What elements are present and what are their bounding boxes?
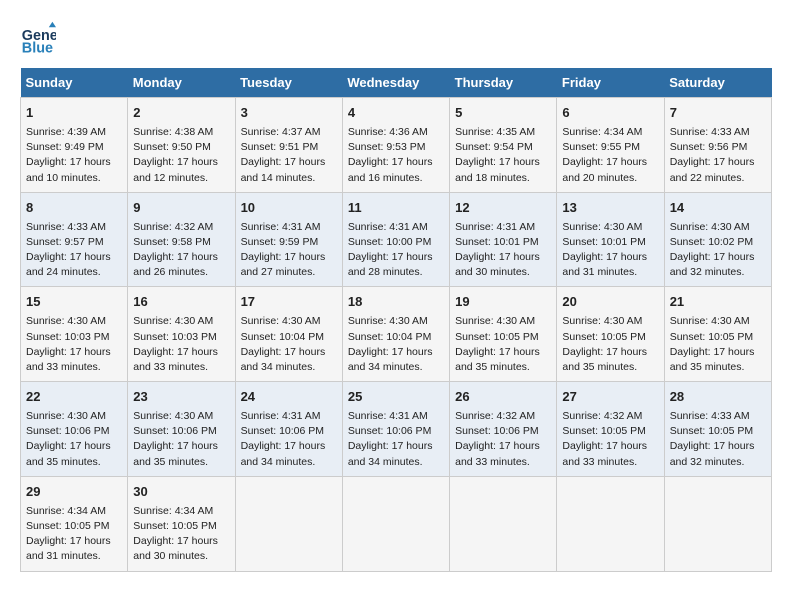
svg-text:Blue: Blue (22, 40, 53, 56)
calendar-cell-12: 12Sunrise: 4:31 AMSunset: 10:01 PMDaylig… (450, 192, 557, 287)
calendar-cell-7: 7Sunrise: 4:33 AMSunset: 9:56 PMDaylight… (664, 98, 771, 193)
calendar-cell-2: 2Sunrise: 4:38 AMSunset: 9:50 PMDaylight… (128, 98, 235, 193)
calendar-cell-22: 22Sunrise: 4:30 AMSunset: 10:06 PMDaylig… (21, 382, 128, 477)
logo: General Blue (20, 20, 60, 56)
calendar-cell-empty (450, 476, 557, 571)
calendar-cell-21: 21Sunrise: 4:30 AMSunset: 10:05 PMDaylig… (664, 287, 771, 382)
calendar-cell-24: 24Sunrise: 4:31 AMSunset: 10:06 PMDaylig… (235, 382, 342, 477)
calendar-cell-19: 19Sunrise: 4:30 AMSunset: 10:05 PMDaylig… (450, 287, 557, 382)
calendar-cell-25: 25Sunrise: 4:31 AMSunset: 10:06 PMDaylig… (342, 382, 449, 477)
col-thursday: Thursday (450, 68, 557, 98)
calendar-cell-empty (342, 476, 449, 571)
calendar-cell-1: 1Sunrise: 4:39 AMSunset: 9:49 PMDaylight… (21, 98, 128, 193)
calendar-header-row: Sunday Monday Tuesday Wednesday Thursday… (21, 68, 772, 98)
calendar-cell-18: 18Sunrise: 4:30 AMSunset: 10:04 PMDaylig… (342, 287, 449, 382)
logo-icon: General Blue (20, 20, 56, 56)
calendar-cell-empty (557, 476, 664, 571)
calendar-cell-3: 3Sunrise: 4:37 AMSunset: 9:51 PMDaylight… (235, 98, 342, 193)
calendar-cell-17: 17Sunrise: 4:30 AMSunset: 10:04 PMDaylig… (235, 287, 342, 382)
calendar-cell-8: 8Sunrise: 4:33 AMSunset: 9:57 PMDaylight… (21, 192, 128, 287)
calendar-cell-empty (235, 476, 342, 571)
calendar-cell-14: 14Sunrise: 4:30 AMSunset: 10:02 PMDaylig… (664, 192, 771, 287)
calendar-cell-empty (664, 476, 771, 571)
calendar-cell-4: 4Sunrise: 4:36 AMSunset: 9:53 PMDaylight… (342, 98, 449, 193)
calendar-cell-28: 28Sunrise: 4:33 AMSunset: 10:05 PMDaylig… (664, 382, 771, 477)
calendar-cell-26: 26Sunrise: 4:32 AMSunset: 10:06 PMDaylig… (450, 382, 557, 477)
col-tuesday: Tuesday (235, 68, 342, 98)
calendar-cell-10: 10Sunrise: 4:31 AMSunset: 9:59 PMDayligh… (235, 192, 342, 287)
calendar-cell-15: 15Sunrise: 4:30 AMSunset: 10:03 PMDaylig… (21, 287, 128, 382)
calendar-cell-9: 9Sunrise: 4:32 AMSunset: 9:58 PMDaylight… (128, 192, 235, 287)
calendar-cell-13: 13Sunrise: 4:30 AMSunset: 10:01 PMDaylig… (557, 192, 664, 287)
calendar-cell-11: 11Sunrise: 4:31 AMSunset: 10:00 PMDaylig… (342, 192, 449, 287)
calendar-cell-27: 27Sunrise: 4:32 AMSunset: 10:05 PMDaylig… (557, 382, 664, 477)
calendar-cell-29: 29Sunrise: 4:34 AMSunset: 10:05 PMDaylig… (21, 476, 128, 571)
col-friday: Friday (557, 68, 664, 98)
col-saturday: Saturday (664, 68, 771, 98)
calendar-cell-23: 23Sunrise: 4:30 AMSunset: 10:06 PMDaylig… (128, 382, 235, 477)
calendar-cell-5: 5Sunrise: 4:35 AMSunset: 9:54 PMDaylight… (450, 98, 557, 193)
col-wednesday: Wednesday (342, 68, 449, 98)
col-sunday: Sunday (21, 68, 128, 98)
calendar-cell-16: 16Sunrise: 4:30 AMSunset: 10:03 PMDaylig… (128, 287, 235, 382)
col-monday: Monday (128, 68, 235, 98)
calendar-table: Sunday Monday Tuesday Wednesday Thursday… (20, 68, 772, 572)
page-header: General Blue (20, 20, 772, 56)
calendar-cell-20: 20Sunrise: 4:30 AMSunset: 10:05 PMDaylig… (557, 287, 664, 382)
calendar-cell-6: 6Sunrise: 4:34 AMSunset: 9:55 PMDaylight… (557, 98, 664, 193)
calendar-cell-30: 30Sunrise: 4:34 AMSunset: 10:05 PMDaylig… (128, 476, 235, 571)
